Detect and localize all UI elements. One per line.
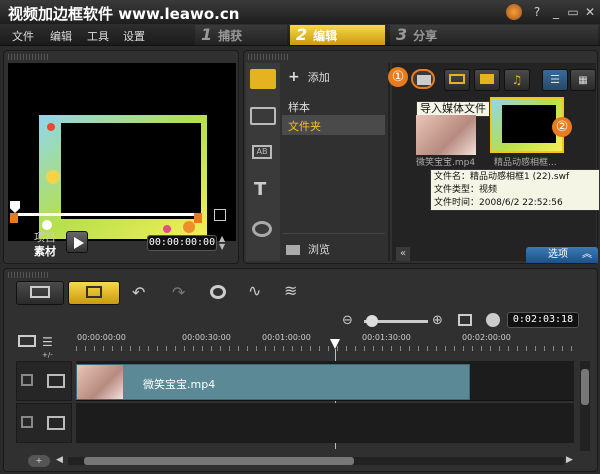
film-icon [449,74,465,84]
add-track-button[interactable]: + [28,455,50,467]
ruler-tick-label: 00:02:00:00 [462,333,511,342]
horizontal-scroll-thumb[interactable] [84,457,354,465]
mark-out-handle[interactable] [194,213,202,223]
zoom-slider-handle[interactable] [366,315,378,327]
clip-name: 微笑宝宝.mp4 [143,378,216,391]
media-thumb-baby[interactable] [416,115,476,155]
menu-edit[interactable]: 编辑 [50,28,72,44]
tab-share[interactable]: 3 分享 [390,25,598,45]
app-title: 视频加边框软件 www.leawo.cn [8,5,240,23]
mark-in-handle[interactable] [10,213,18,223]
play-button[interactable] [66,231,88,253]
clip-thumbnail [77,365,123,399]
transition-icon[interactable] [250,107,276,125]
filter-image-button[interactable] [474,69,500,91]
chevron-up-icon: ︽ [582,249,592,260]
folder-folder[interactable]: 文件夹 [282,115,385,135]
plus-icon: + [288,69,300,85]
tab-capture[interactable]: 1 捕获 [195,25,287,45]
video-clip[interactable]: 微笑宝宝.mp4 [76,364,470,400]
app-logo-icon [506,4,522,20]
redo-icon[interactable]: ↷ [172,283,185,302]
thumb-caption: 精品动感相框... [494,158,557,168]
maximize-icon[interactable]: ▭ [566,5,580,19]
fit-project-icon[interactable] [458,314,472,326]
overlay-track[interactable] [76,403,574,443]
ruler-tick-label: 00:01:30:00 [362,333,411,342]
library-panel: AB T + 添加 样本 文件夹 浏览 ① ♫ ☰ ▦ 导入媒体文件 微笑宝宝.m… [243,50,600,264]
timeline-timecode[interactable]: 0:02:03:18 [507,312,579,328]
storyboard-view-button[interactable] [16,281,64,305]
music-icon: ♫ [511,73,523,87]
track-list-icon[interactable]: ☰ [42,335,53,349]
vertical-scroll-thumb[interactable] [581,369,589,405]
help-icon[interactable]: ? [530,5,544,19]
scrubber-track[interactable] [12,213,198,216]
video-track-header[interactable] [16,361,72,401]
audio-mixer-icon[interactable]: ∿ [248,281,261,300]
zoom-in-icon[interactable]: ⊕ [432,313,443,328]
record-capture-icon[interactable] [210,285,226,299]
file-info-tooltip: 文件名：精品动感相框1 (22).swf 文件类型：视频 文件时间：2008/6… [430,169,600,211]
track-toggle-icon[interactable] [21,374,33,386]
auto-music-icon[interactable]: ≋ [284,281,297,300]
overlay-track-header[interactable] [16,403,72,443]
timeline-icon [86,286,102,298]
preview-frame-image [39,115,207,239]
zoom-out-icon[interactable]: ⊖ [342,313,353,328]
import-media-button[interactable] [411,69,435,89]
scroll-right-icon[interactable]: ▶ [566,455,573,465]
preview-timecode[interactable]: 00:00:00:00 [147,235,217,251]
menu-settings[interactable]: 设置 [123,28,145,44]
overlay-track-icon [47,416,65,430]
ruler-tick-label: 00:00:30:00 [182,333,231,342]
play-icon [74,237,84,249]
menu-tools[interactable]: 工具 [87,28,109,44]
browse-icon [286,245,300,255]
add-folder-button[interactable]: + 添加 [288,69,330,85]
video-track-icon [47,374,65,388]
image-icon [480,74,494,84]
clock-icon[interactable] [486,313,500,327]
scroll-left-icon[interactable]: ◀ [56,455,63,465]
timeline-view-button[interactable] [68,281,120,305]
filter-video-button[interactable] [444,69,470,91]
media-library-icon[interactable] [250,69,276,89]
tab-edit[interactable]: 2 编辑 [290,25,385,45]
list-view-button[interactable]: ☰ [542,69,568,91]
title-bar: 视频加边框软件 www.leawo.cn ? _ ▭ ✕ [0,0,600,24]
browse-button[interactable]: 浏览 [286,241,330,257]
grid-icon: ▦ [578,75,588,86]
timeline-panel: ↶ ↷ ∿ ≋ ⊖ ⊕ 0:02:03:18 ☰ 00:00:00:00 00:… [3,268,598,472]
thumb-view-button[interactable]: ▦ [570,69,596,91]
graphic-icon[interactable] [252,221,272,237]
folder-open-icon [417,75,431,85]
timecode-spinner[interactable]: ▲ ▼ [219,235,229,251]
ruler-tick-label: 00:00:00:00 [77,333,126,342]
film-strip-icon [30,286,50,298]
preview-panel: 项目 素材 00:00:00:00 ▲ ▼ [3,50,239,264]
close-icon[interactable]: ✕ [583,5,597,19]
clip-label[interactable]: 素材 [34,243,56,259]
filter-audio-button[interactable]: ♫ [504,69,530,91]
track-settings-icon[interactable] [18,335,36,347]
marker-1: ① [388,67,408,87]
copy-icon[interactable] [214,209,226,221]
track-toggle-icon[interactable] [21,416,33,428]
undo-icon[interactable]: ↶ [132,283,145,302]
minimize-icon[interactable]: _ [549,5,563,19]
options-button[interactable]: 选项 ︽ [526,247,598,263]
ruler-tick-label: 00:01:00:00 [262,333,311,342]
folder-sample[interactable]: 样本 [288,99,310,115]
thumb-caption: 微笑宝宝.mp4 [416,158,476,168]
list-icon: ☰ [550,73,560,86]
menu-file[interactable]: 文件 [12,28,34,44]
collapse-button[interactable]: « [396,247,410,261]
effect-icon[interactable]: AB [252,145,272,159]
title-icon[interactable]: T [254,179,266,200]
marker-2: ② [552,117,572,137]
